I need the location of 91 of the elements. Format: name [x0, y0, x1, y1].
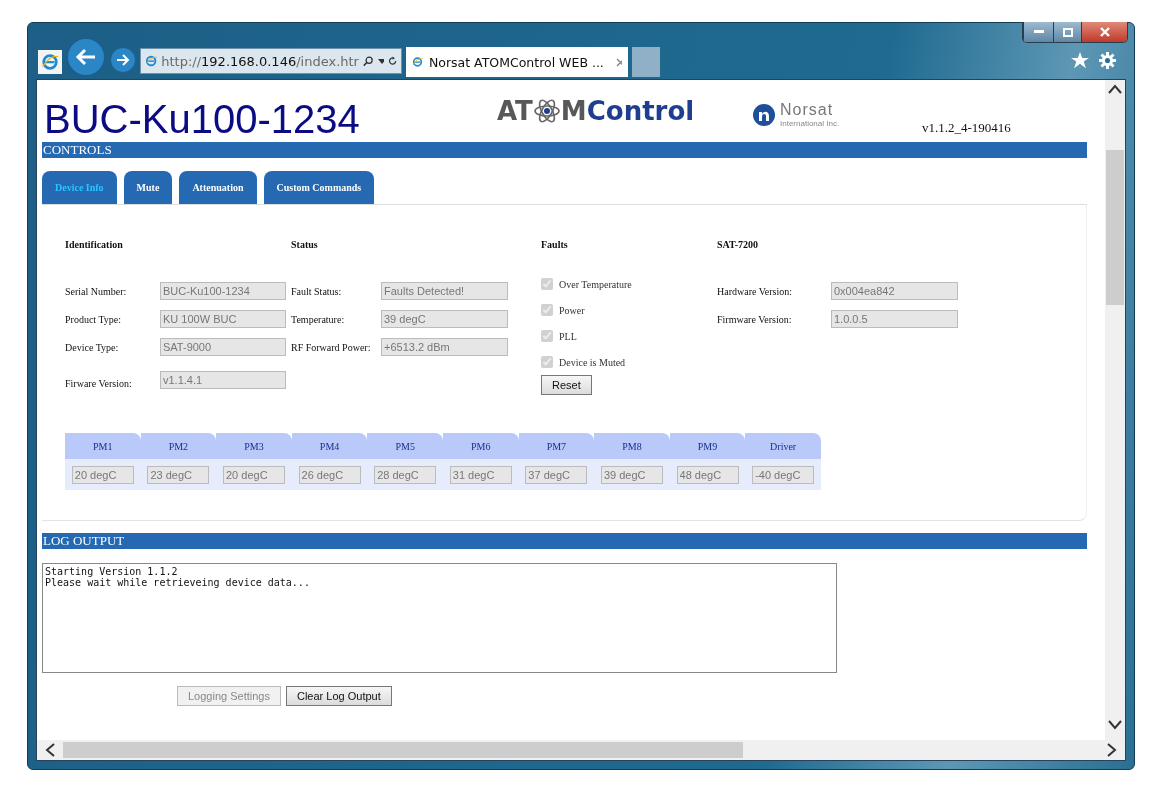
- table-header: PM6: [442, 433, 519, 459]
- close-button[interactable]: [1081, 22, 1127, 42]
- back-arrow-icon: [75, 48, 97, 66]
- field-label: Temperature:: [291, 313, 346, 325]
- back-button[interactable]: [66, 37, 106, 77]
- scroll-down-icon[interactable]: [1108, 720, 1122, 730]
- input-field[interactable]: 48 degC: [676, 465, 739, 484]
- table-header: PM9: [669, 433, 746, 459]
- section-heading: Faults: [541, 239, 569, 252]
- tab[interactable]: Device Info: [42, 171, 117, 204]
- tab[interactable]: Attenuation: [179, 171, 257, 204]
- forward-button[interactable]: [110, 47, 136, 73]
- close-icon[interactable]: [615, 57, 622, 67]
- norsat-emblem-icon: [752, 102, 776, 127]
- scroll-up-icon[interactable]: [1108, 84, 1122, 94]
- horizontal-scrollbar[interactable]: [37, 740, 1125, 760]
- device-title: BUC-Ku100-1234: [43, 96, 361, 142]
- table-header: PM4: [291, 433, 368, 459]
- refresh-icon[interactable]: [387, 55, 397, 67]
- section-heading: Status: [291, 239, 319, 252]
- norsat-logo: Norsat International Inc.: [752, 101, 922, 128]
- section-title-bar: CONTROLS: [42, 142, 1087, 158]
- browser-logo-icon: [41, 53, 59, 71]
- input-field[interactable]: 37 degC: [525, 465, 588, 484]
- input-field[interactable]: 0x004ea842: [831, 282, 958, 300]
- browser-logo-button[interactable]: [38, 50, 62, 74]
- table-header: Driver: [745, 433, 821, 459]
- minimize-icon: [1033, 30, 1044, 34]
- input-field[interactable]: +6513.2 dBm: [381, 338, 508, 356]
- input-field[interactable]: 39 degC: [381, 310, 508, 328]
- log-button[interactable]: Clear Log Output: [285, 686, 392, 706]
- forward-arrow-icon: [116, 54, 130, 66]
- scroll-left-icon[interactable]: [45, 743, 55, 757]
- browser-logo-icon: [412, 54, 423, 70]
- input-field[interactable]: v1.1.4.1: [160, 371, 286, 389]
- table-header: PM1: [65, 433, 141, 459]
- checkbox-label: Over Temperature: [559, 278, 632, 290]
- table-header: PM5: [367, 433, 443, 459]
- field-label: Fault Status:: [291, 285, 343, 297]
- search-icon[interactable]: [362, 54, 374, 68]
- field-label: RF Forward Power:: [291, 341, 372, 353]
- atom-icon: [532, 98, 561, 124]
- field-label: Device Type:: [65, 341, 120, 353]
- field-label: Serial Number:: [65, 285, 128, 297]
- input-field[interactable]: 26 degC: [298, 465, 361, 484]
- table-header: PM3: [216, 433, 292, 459]
- vertical-scrollbar[interactable]: [1105, 80, 1125, 740]
- field-label: Product Type:: [65, 313, 123, 325]
- checkbox-label: PLL: [559, 330, 577, 342]
- version-text: v1.1.2_4-190416: [922, 120, 1011, 136]
- star-icon[interactable]: [1071, 52, 1089, 69]
- section-title-bar: LOG OUTPUT: [42, 533, 1087, 549]
- minimize-button[interactable]: [1023, 22, 1053, 42]
- input-field[interactable]: BUC-Ku100-1234: [160, 282, 286, 300]
- tab[interactable]: Mute: [123, 171, 173, 204]
- table-header: PM7: [518, 433, 595, 459]
- checkbox-label: Power: [559, 304, 585, 316]
- dropdown-icon[interactable]: [377, 58, 384, 64]
- browser-tab[interactable]: Norsat ATOMControl WEB ...: [406, 47, 628, 77]
- input-field[interactable]: 20 degC: [223, 465, 285, 484]
- scrollbar-thumb[interactable]: [1106, 149, 1124, 305]
- field-label: Hardware Version:: [717, 285, 794, 297]
- input-field[interactable]: 39 degC: [600, 465, 663, 484]
- address-field[interactable]: http://192.168.0.146/index.htr: [140, 48, 402, 74]
- table-header: PM8: [594, 433, 670, 459]
- field-label: Firmware Version:: [717, 313, 793, 325]
- scroll-right-icon[interactable]: [1107, 743, 1117, 757]
- maximize-icon: [1062, 27, 1073, 37]
- input-field[interactable]: 20 degC: [71, 465, 134, 484]
- input-field[interactable]: SAT-9000: [160, 338, 286, 356]
- input-field[interactable]: -40 degC: [752, 465, 815, 484]
- close-icon: [1099, 27, 1110, 37]
- atom-control-logo: AT MControl: [497, 96, 696, 126]
- field-label: Firware Version:: [65, 378, 133, 389]
- table-header: PM2: [140, 433, 217, 459]
- scrollbar-thumb[interactable]: [63, 742, 743, 758]
- maximize-button[interactable]: [1053, 22, 1081, 42]
- checkbox-label: Device is Muted: [559, 356, 626, 368]
- log-field[interactable]: Starting Version 1.1.2 Please wait while retrieveing device data...: [42, 563, 837, 673]
- input-field[interactable]: KU 100W BUC: [160, 310, 286, 328]
- section-heading: SAT-7200: [717, 239, 760, 252]
- reset-button[interactable]: Reset: [541, 375, 592, 395]
- section-heading: Identification: [65, 239, 124, 252]
- settings-icon[interactable]: [1099, 52, 1116, 69]
- input-field[interactable]: 1.0.0.5: [831, 310, 958, 328]
- tab[interactable]: Custom Commands: [263, 171, 375, 204]
- input-field[interactable]: Faults Detected!: [381, 282, 508, 300]
- input-field[interactable]: 31 degC: [449, 465, 512, 484]
- input-field[interactable]: 28 degC: [374, 465, 437, 484]
- browser-logo-icon: [145, 53, 158, 69]
- input-field[interactable]: 23 degC: [147, 465, 210, 484]
